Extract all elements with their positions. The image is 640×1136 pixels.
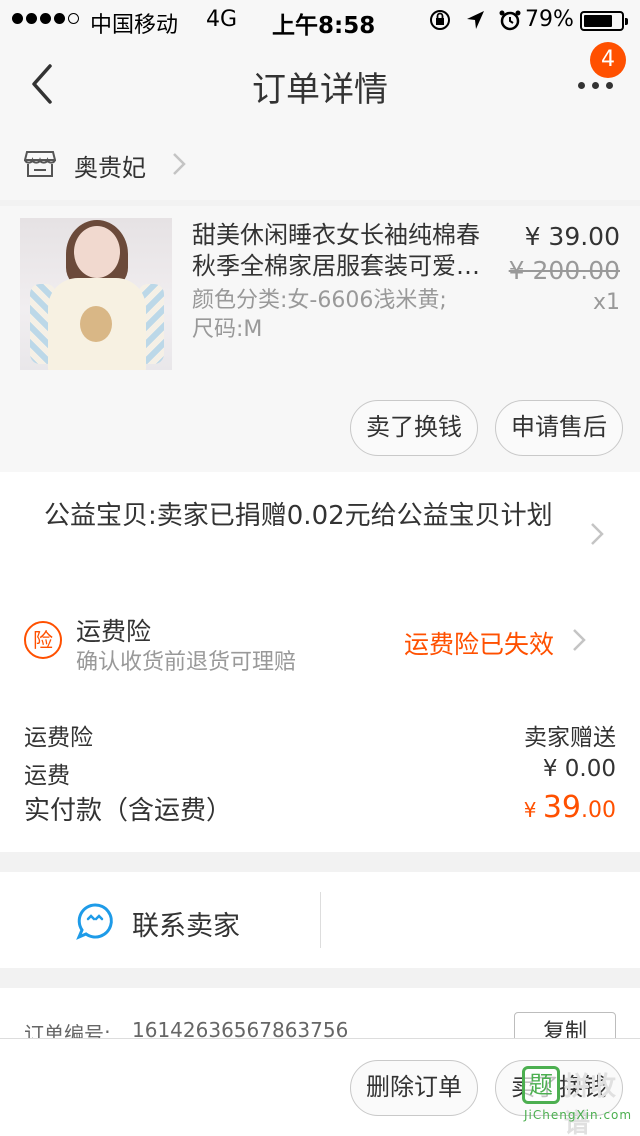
- alarm-clock-icon: [499, 10, 521, 31]
- insurance-badge-icon: 险: [24, 621, 62, 659]
- product-price: ¥ 39.00: [524, 222, 620, 251]
- sku-size: 尺码:M: [192, 317, 263, 342]
- summary-insurance-label: 运费险: [24, 725, 93, 751]
- product-sku: 颜色分类:女-6606浅米黄; 尺码:M: [192, 286, 492, 344]
- contact-seller-button[interactable]: 联系卖家: [132, 904, 240, 943]
- summary-insurance-row: 运费险 卖家赠送: [24, 718, 616, 752]
- chevron-right-icon: [173, 153, 186, 175]
- site-watermark: 题 拼收谱 JiChengXin.com: [522, 1062, 634, 1136]
- sku-color: 颜色分类:女-6606浅米黄;: [192, 288, 447, 313]
- order-info: 订单编号: 16142636567863756 复制: [0, 988, 640, 1038]
- summary-paid-amount: ¥ 39.00: [524, 790, 616, 827]
- summary-paid-row: 实付款（含运费） ¥ 39.00: [24, 790, 616, 827]
- original-price: ¥ 200.00: [508, 256, 620, 285]
- chevron-right-icon: [591, 523, 604, 545]
- battery-percent: 79%: [525, 7, 574, 32]
- resell-button[interactable]: 卖了换钱: [350, 400, 478, 456]
- order-number: 16142636567863756: [132, 1018, 349, 1038]
- carrier-name: 中国移动: [90, 13, 179, 38]
- summary-shipping-label: 运费: [24, 763, 70, 789]
- shop-row[interactable]: 奥贵妃: [0, 128, 640, 200]
- more-dot: [592, 82, 599, 89]
- location-arrow-icon: [467, 11, 484, 29]
- insurance-title: 运费险: [76, 617, 152, 646]
- thumb-face: [74, 226, 120, 278]
- summary-paid-label: 实付款（含运费）: [24, 796, 233, 826]
- product-thumbnail[interactable]: [20, 218, 172, 370]
- rotation-lock-icon: [430, 10, 450, 30]
- notification-badge: 4: [590, 42, 626, 78]
- paid-integer: 39: [542, 790, 581, 825]
- delete-order-button[interactable]: 删除订单: [350, 1060, 478, 1116]
- contact-divider: [320, 892, 321, 948]
- insurance-status: 运费险已失效: [404, 630, 555, 659]
- status-bar: 中国移动 4G 上午8:58 79%: [0, 0, 640, 40]
- product-name[interactable]: 甜美休闲睡衣女长袖纯棉春秋季全棉家居服套装可爱…: [192, 220, 492, 282]
- store-icon: [24, 151, 56, 177]
- battery-icon: [580, 11, 628, 31]
- after-sale-button[interactable]: 申请售后: [495, 400, 623, 456]
- chat-smile-icon: [76, 903, 113, 940]
- summary-insurance-value: 卖家赠送: [524, 725, 616, 751]
- charity-text: 公益宝贝:卖家已捐赠0.02元给公益宝贝计划: [44, 501, 553, 531]
- copy-order-number-button[interactable]: 复制: [514, 1012, 616, 1038]
- contact-seller-row: 联系卖家: [0, 872, 640, 968]
- order-number-label: 订单编号:: [24, 1022, 111, 1038]
- battery-fill: [584, 15, 612, 27]
- payment-summary: 运费险 卖家赠送 运费 ¥ 0.00 实付款（含运费） ¥ 39.00: [0, 690, 640, 852]
- signal-strength-icon: [12, 13, 79, 24]
- more-dots-icon: [578, 82, 585, 89]
- status-icons: [428, 8, 522, 32]
- summary-shipping-row: 运费 ¥ 0.00: [24, 756, 616, 790]
- thumb-bunny-print: [80, 306, 112, 342]
- charity-row[interactable]: 公益宝贝:卖家已捐赠0.02元给公益宝贝计划: [0, 472, 640, 580]
- network-type: 4G: [206, 7, 238, 32]
- summary-shipping-value: ¥ 0.00: [542, 756, 616, 782]
- watermark-url: JiChengXin.com: [524, 1108, 633, 1122]
- watermark-name: 拼收谱: [564, 1072, 617, 1136]
- product-quantity: x1: [592, 290, 620, 315]
- page-title: 订单详情: [252, 70, 388, 110]
- paid-currency: ¥: [523, 798, 543, 822]
- chevron-right-icon: [573, 629, 586, 651]
- more-dot: [606, 82, 613, 89]
- shop-name: 奥贵妃: [74, 154, 146, 182]
- watermark-logo: 题: [522, 1066, 560, 1104]
- order-item[interactable]: 甜美休闲睡衣女长袖纯棉春秋季全棉家居服套装可爱… 颜色分类:女-6606浅米黄;…: [0, 206, 640, 472]
- shipping-insurance-row[interactable]: 险 运费险 确认收货前退货可理赔 运费险已失效: [0, 580, 640, 690]
- status-time: 上午8:58: [272, 13, 376, 39]
- insurance-subtitle: 确认收货前退货可理赔: [76, 650, 297, 675]
- nav-bar: 订单详情 4: [0, 40, 640, 128]
- paid-decimal: .00: [581, 798, 616, 823]
